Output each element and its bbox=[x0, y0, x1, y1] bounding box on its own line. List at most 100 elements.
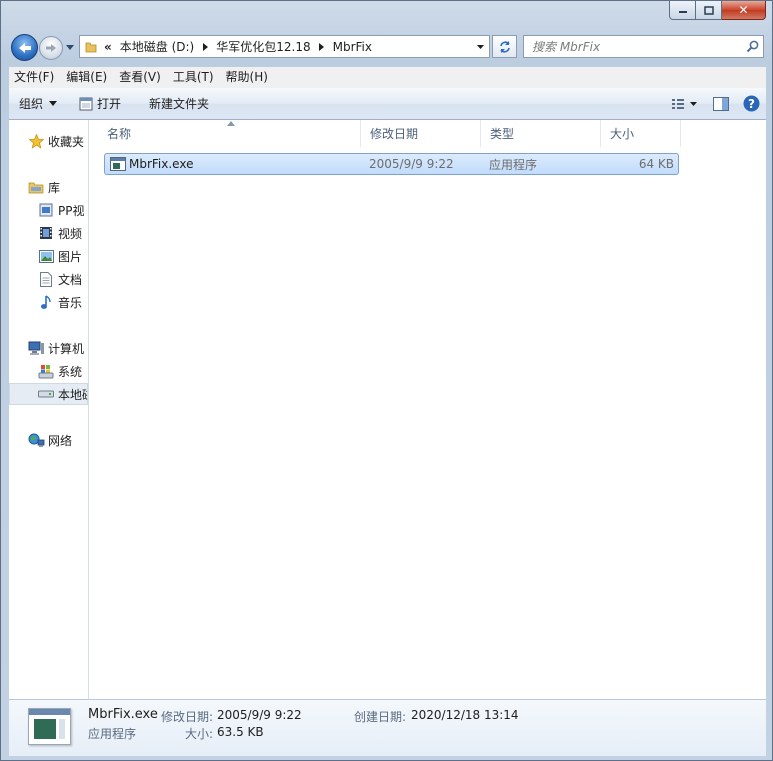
column-header-type[interactable]: 类型 bbox=[481, 120, 601, 147]
nav-network-label: 网络 bbox=[48, 433, 73, 448]
recent-pages-dropdown[interactable] bbox=[65, 41, 75, 53]
help-icon: ? bbox=[743, 95, 759, 112]
address-segment-current[interactable]: MbrFix bbox=[329, 36, 376, 57]
address-dropdown[interactable] bbox=[471, 36, 489, 57]
chevron-down-icon bbox=[66, 44, 74, 50]
arrow-left-icon bbox=[18, 42, 31, 53]
library-icon bbox=[27, 179, 45, 195]
nav-favorites-label: 收藏夹 bbox=[48, 134, 85, 149]
maximize-icon bbox=[703, 5, 714, 15]
new-folder-button[interactable]: 新建文件夹 bbox=[141, 88, 217, 119]
explorer-window: ✕ « 本地磁盘 (D:) 华军优化包12.18 MbrFix 搜索 MbrFi… bbox=[0, 0, 773, 761]
minimize-icon bbox=[678, 11, 687, 13]
music-note-icon bbox=[37, 294, 55, 310]
close-button[interactable]: ✕ bbox=[722, 1, 766, 20]
column-header-size-label: 大小 bbox=[610, 127, 635, 141]
column-header-modified-label: 修改日期 bbox=[370, 127, 419, 141]
computer-icon bbox=[27, 340, 45, 356]
minimize-button[interactable] bbox=[669, 1, 696, 20]
address-overflow[interactable]: « bbox=[100, 36, 116, 57]
chevron-down-icon bbox=[476, 44, 484, 49]
search-icon[interactable] bbox=[741, 40, 763, 53]
film-icon bbox=[37, 225, 55, 241]
menu-tools[interactable]: 工具(T) bbox=[168, 67, 219, 88]
chevron-right-icon[interactable] bbox=[315, 42, 329, 51]
search-input[interactable] bbox=[524, 38, 741, 55]
video-library-icon bbox=[37, 202, 55, 218]
nav-library-pictures-label: 图片 bbox=[58, 249, 83, 264]
nav-library[interactable]: 库 bbox=[9, 176, 88, 198]
picture-icon bbox=[37, 248, 55, 264]
nav-library-video-label: 视频 bbox=[58, 226, 83, 241]
nav-computer-system[interactable]: 系统 bbox=[9, 360, 88, 382]
open-button[interactable]: 打开 bbox=[71, 88, 129, 119]
nav-library-documents-label: 文档 bbox=[58, 272, 83, 287]
network-icon bbox=[27, 432, 45, 448]
nav-library-video[interactable]: 视频 bbox=[9, 222, 88, 244]
address-bar[interactable]: « 本地磁盘 (D:) 华军优化包12.18 MbrFix bbox=[79, 35, 490, 58]
nav-network[interactable]: 网络 bbox=[9, 429, 88, 451]
nav-library-label: 库 bbox=[48, 180, 61, 195]
nav-library-music-label: 音乐 bbox=[58, 295, 83, 310]
details-modified-value: 2005/9/9 9:22 bbox=[217, 708, 302, 722]
file-modified: 2005/9/9 9:22 bbox=[369, 157, 454, 171]
address-segment-folder[interactable]: 华军优化包12.18 bbox=[212, 36, 314, 57]
menu-help[interactable]: 帮助(H) bbox=[221, 67, 273, 88]
details-modified-label: 修改日期: bbox=[161, 710, 214, 724]
column-header-type-label: 类型 bbox=[490, 127, 515, 141]
refresh-icon bbox=[499, 40, 510, 53]
nav-computer-local-disk[interactable]: 本地磁 bbox=[9, 383, 88, 405]
organize-button[interactable]: 组织 bbox=[9, 88, 65, 119]
close-icon: ✕ bbox=[738, 3, 749, 17]
star-icon bbox=[27, 133, 45, 149]
details-pane: MbrFix.exe 应用程序 修改日期: 2005/9/9 9:22 大小: … bbox=[9, 699, 766, 756]
menu-file[interactable]: 文件(F) bbox=[9, 67, 59, 88]
nav-computer-local-disk-label: 本地磁 bbox=[58, 387, 87, 402]
details-size-value: 63.5 KB bbox=[217, 725, 264, 739]
nav-library-pp-label: PP视 bbox=[58, 203, 85, 218]
open-label: 打开 bbox=[97, 97, 122, 111]
back-button[interactable] bbox=[11, 34, 38, 61]
column-header-name-label: 名称 bbox=[107, 127, 132, 141]
column-header-modified[interactable]: 修改日期 bbox=[361, 120, 481, 147]
refresh-button[interactable] bbox=[492, 35, 517, 58]
file-name: MbrFix.exe bbox=[129, 157, 194, 171]
nav-computer[interactable]: 计算机 bbox=[9, 337, 88, 359]
open-app-icon bbox=[79, 97, 93, 110]
file-size: 64 KB bbox=[638, 157, 674, 171]
details-file-name: MbrFix.exe bbox=[88, 707, 158, 722]
system-drive-icon bbox=[37, 363, 55, 379]
nav-library-documents[interactable]: 文档 bbox=[9, 268, 88, 290]
new-folder-label: 新建文件夹 bbox=[149, 97, 210, 111]
view-controls: ? bbox=[664, 88, 766, 119]
nav-computer-label: 计算机 bbox=[48, 341, 85, 356]
menu-edit[interactable]: 编辑(E) bbox=[61, 67, 112, 88]
file-type: 应用程序 bbox=[489, 157, 538, 172]
table-row[interactable]: MbrFix.exe 2005/9/9 9:22 应用程序 64 KB bbox=[104, 153, 679, 175]
details-size-label: 大小: bbox=[185, 727, 214, 741]
search-box[interactable] bbox=[523, 35, 764, 58]
command-bar: 组织 打开 新建文件夹 ? bbox=[9, 88, 766, 120]
caption-buttons: ✕ bbox=[669, 1, 766, 20]
chevron-right-icon[interactable] bbox=[198, 42, 212, 51]
maximize-button[interactable] bbox=[696, 1, 722, 20]
drive-icon bbox=[37, 386, 55, 402]
arrow-right-icon bbox=[46, 44, 56, 52]
nav-library-pp[interactable]: PP视 bbox=[9, 199, 88, 221]
preview-pane-icon bbox=[713, 96, 729, 111]
nav-favorites[interactable]: 收藏夹 bbox=[9, 130, 88, 152]
nav-library-pictures[interactable]: 图片 bbox=[9, 245, 88, 267]
preview-pane-button[interactable] bbox=[706, 88, 736, 119]
column-header-name[interactable]: 名称 bbox=[98, 120, 361, 147]
help-button[interactable]: ? bbox=[736, 88, 766, 119]
exe-thumbnail-icon bbox=[28, 708, 71, 745]
navigation-pane: 收藏夹 库 PP视 视频 图片 文档 音乐 计算机 系统 本地 网络 bbox=[9, 120, 89, 699]
nav-library-music[interactable]: 音乐 bbox=[9, 291, 88, 313]
svg-text:?: ? bbox=[748, 97, 755, 111]
change-view-button[interactable] bbox=[664, 88, 706, 119]
address-segment-drive[interactable]: 本地磁盘 (D:) bbox=[116, 36, 198, 57]
document-icon bbox=[37, 271, 55, 287]
column-header-size[interactable]: 大小 bbox=[601, 120, 681, 147]
forward-button[interactable] bbox=[39, 36, 63, 60]
menu-view[interactable]: 查看(V) bbox=[114, 67, 166, 88]
